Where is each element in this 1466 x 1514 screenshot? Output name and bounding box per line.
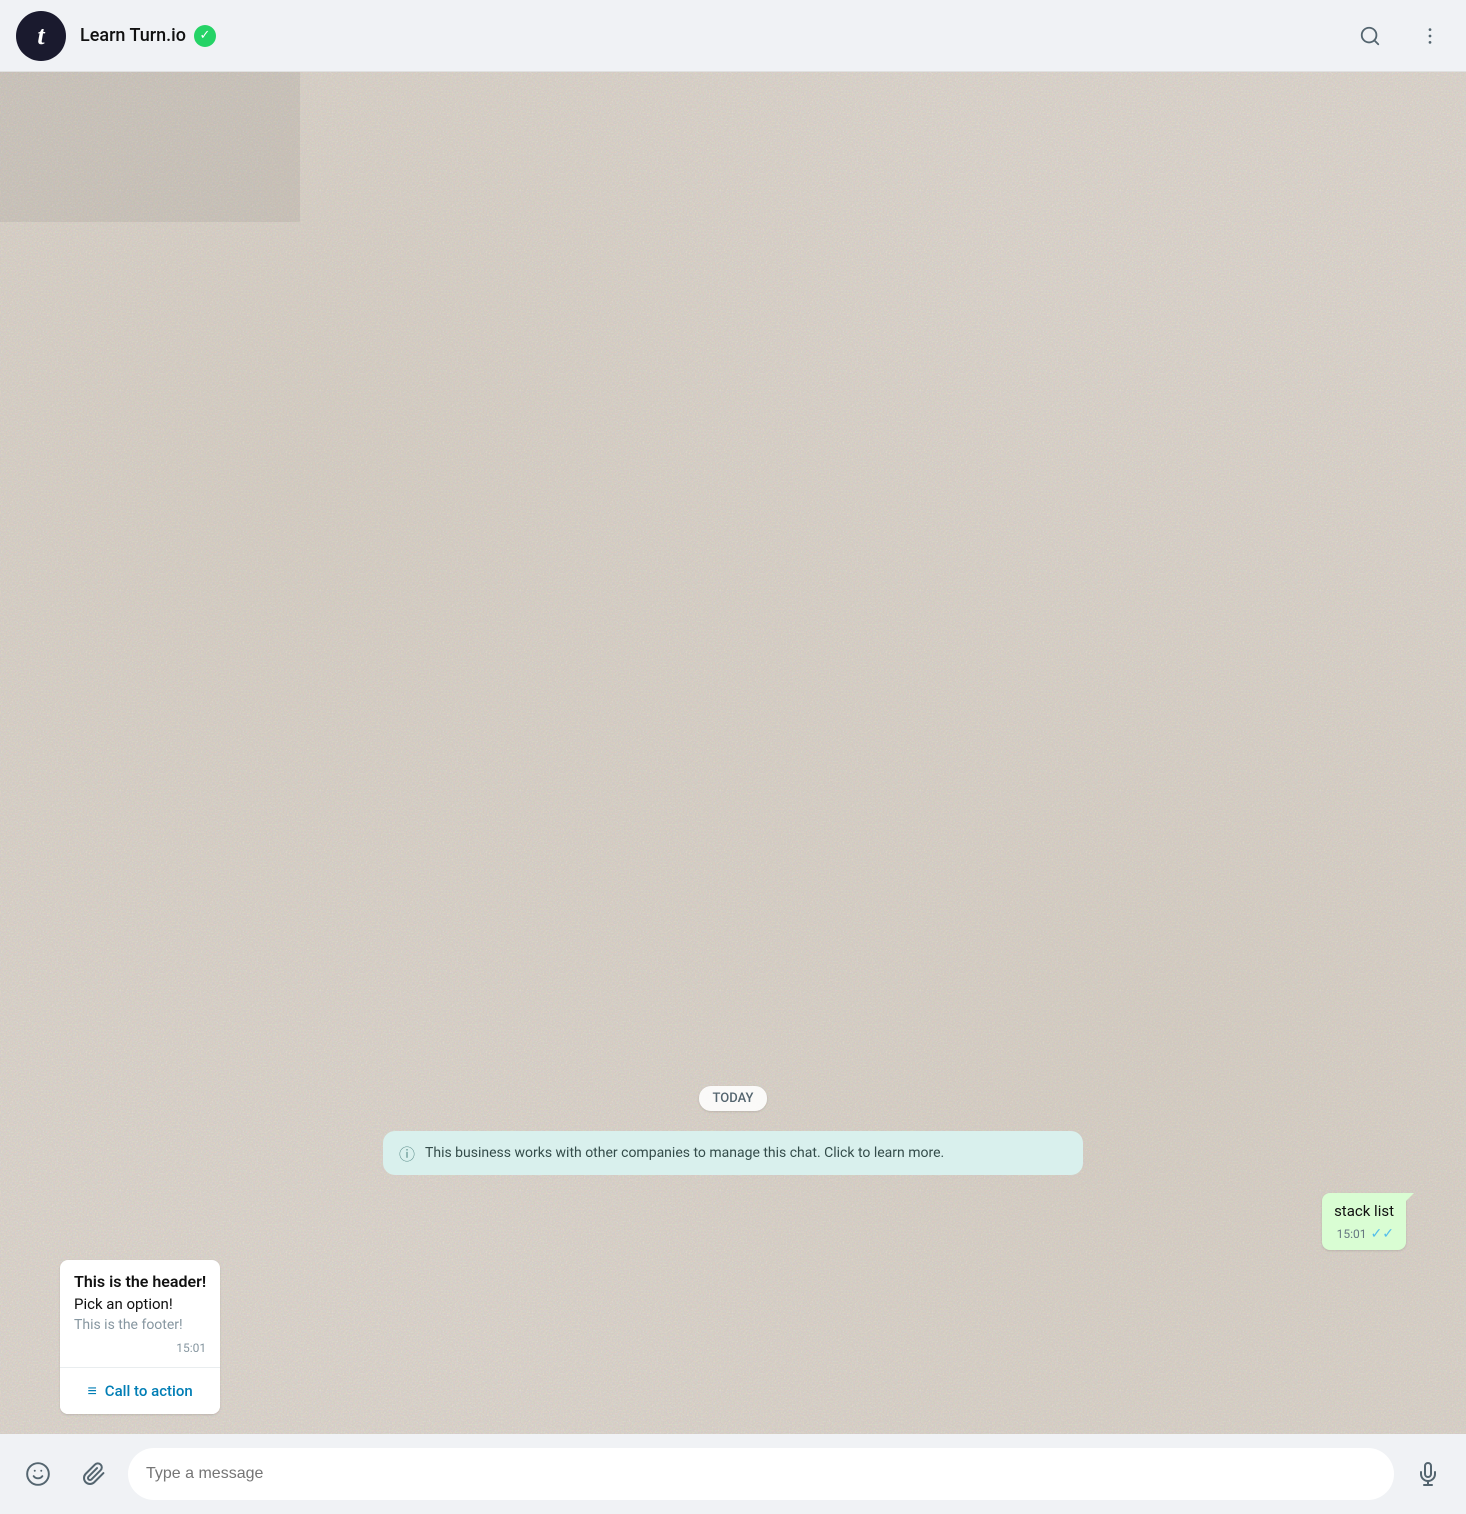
- chat-area: TODAY ⓘ This business works with other c…: [0, 72, 1466, 1434]
- message-card: This is the header! Pick an option! This…: [60, 1260, 220, 1414]
- info-icon: ⓘ: [399, 1141, 415, 1165]
- date-separator: TODAY: [60, 1086, 1406, 1111]
- paperclip-icon: [82, 1462, 106, 1486]
- chat-footer: [0, 1434, 1466, 1514]
- emoji-icon: [25, 1461, 51, 1487]
- card-subtext: Pick an option!: [74, 1295, 206, 1313]
- cta-button[interactable]: ≡ Call to action: [60, 1368, 220, 1414]
- card-time-value: 15:01: [176, 1341, 206, 1355]
- emoji-button[interactable]: [16, 1452, 60, 1496]
- read-receipt-icon: ✓✓: [1371, 1226, 1394, 1242]
- more-vertical-icon: [1419, 25, 1441, 47]
- info-banner-text: This business works with other companies…: [425, 1145, 944, 1161]
- date-badge: TODAY: [699, 1086, 768, 1111]
- attach-button[interactable]: [72, 1452, 116, 1496]
- more-options-button[interactable]: [1410, 16, 1450, 56]
- message-input[interactable]: [146, 1465, 1376, 1483]
- card-footer: This is the footer!: [74, 1317, 206, 1333]
- contact-name: Learn Turn.io: [80, 25, 186, 46]
- verified-badge: ✓: [194, 25, 216, 47]
- search-button[interactable]: [1350, 16, 1390, 56]
- card-time: 15:01: [74, 1341, 206, 1355]
- incoming-card-message: This is the header! Pick an option! This…: [60, 1260, 1406, 1414]
- outgoing-text: stack list: [1334, 1201, 1394, 1222]
- card-body: This is the header! Pick an option! This…: [60, 1260, 220, 1367]
- outgoing-bubble: stack list 15:01 ✓✓: [1322, 1193, 1406, 1250]
- contact-info[interactable]: Learn Turn.io ✓: [80, 25, 1350, 47]
- messages-area: stack list 15:01 ✓✓ This is the header! …: [60, 1193, 1406, 1418]
- message-input-wrap: [128, 1448, 1394, 1500]
- chat-content: TODAY ⓘ This business works with other c…: [0, 72, 1466, 1434]
- outgoing-message: stack list 15:01 ✓✓: [60, 1193, 1406, 1250]
- avatar[interactable]: t: [16, 11, 66, 61]
- microphone-icon: [1416, 1462, 1440, 1486]
- chat-header: t Learn Turn.io ✓: [0, 0, 1466, 72]
- header-actions: [1350, 16, 1450, 56]
- outgoing-time: 15:01: [1337, 1227, 1367, 1241]
- avatar-letter: t: [37, 21, 44, 51]
- cta-label: Call to action: [105, 1382, 193, 1400]
- search-icon: [1359, 25, 1381, 47]
- outgoing-meta: 15:01 ✓✓: [1334, 1226, 1394, 1242]
- microphone-button[interactable]: [1406, 1452, 1450, 1496]
- info-banner[interactable]: ⓘ This business works with other compani…: [383, 1131, 1083, 1175]
- card-header: This is the header!: [74, 1272, 206, 1291]
- cta-list-icon: ≡: [87, 1381, 96, 1401]
